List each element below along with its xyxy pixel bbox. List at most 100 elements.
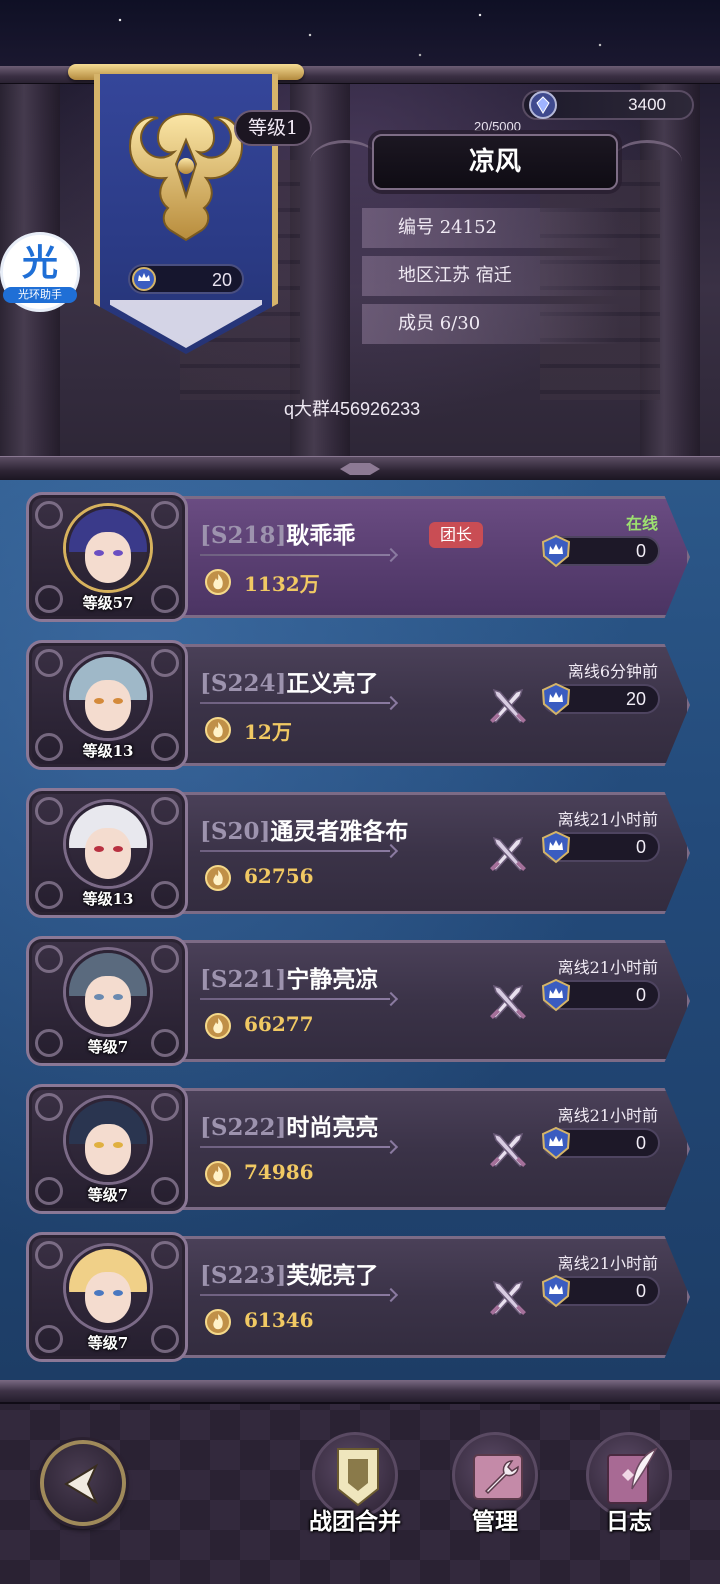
manage-button[interactable]: 管理 [440, 1424, 550, 1564]
member-card[interactable]: 等级7 [S222]时尚亮亮 74986 离线21小时前 0 [26, 1084, 694, 1214]
flame-coin-icon [205, 1309, 231, 1335]
member-card[interactable]: 等级57 [S218]耿乖乖 1132万 团长 在线 0 [26, 492, 694, 622]
member-contribution: 0 [541, 830, 660, 864]
crossed-swords-icon[interactable] [486, 1126, 530, 1170]
crossed-swords-icon[interactable] [486, 978, 530, 1022]
member-level: 等级7 [87, 1038, 129, 1056]
avatar-eye [112, 1289, 123, 1296]
member-server: [S221] [200, 966, 287, 993]
bottom-rail [0, 1380, 720, 1404]
member-list[interactable]: 等级57 [S218]耿乖乖 1132万 团长 在线 0 等级13 [S224]… [0, 480, 720, 1380]
member-name: [S222]时尚亮亮 [200, 1108, 378, 1142]
frame-gem [340, 463, 380, 475]
name-divider [200, 850, 390, 852]
avatar-eye [112, 1141, 123, 1148]
avatar-eye [93, 845, 104, 852]
manage-label: 管理 [472, 1508, 518, 1535]
merge-button[interactable]: 战团合并 [300, 1424, 410, 1564]
member-name: [S221]宁静亮凉 [200, 960, 378, 994]
member-power: 1132万 [244, 572, 320, 596]
avatar[interactable] [66, 506, 150, 590]
member-power: 66277 [244, 1012, 314, 1036]
member-server: [S218] [200, 522, 287, 549]
avatar-face [84, 532, 132, 584]
avatar[interactable] [66, 1098, 150, 1182]
feather-book-icon [607, 1447, 658, 1504]
helper-floating-button[interactable]: 光 光环助手 [0, 232, 80, 312]
back-button[interactable] [40, 1440, 126, 1526]
avatar[interactable] [66, 802, 150, 886]
member-name-text: 宁静亮凉 [286, 966, 379, 993]
crown-shield-icon [541, 534, 571, 568]
frame-scroll-ornament [35, 585, 63, 613]
avatar[interactable] [66, 1246, 150, 1330]
frame-scroll-ornament [151, 945, 179, 973]
name-divider [200, 702, 390, 704]
contribution-value: 0 [635, 985, 646, 1005]
member-power: 12万 [244, 720, 292, 744]
member-level: 等级7 [87, 1186, 129, 1204]
leader-badge: 团长 [429, 522, 483, 548]
guild-banner[interactable]: 20 [68, 64, 304, 354]
member-level: 等级13 [82, 890, 134, 908]
back-arrow-icon [64, 1463, 99, 1505]
flame-coin-icon [205, 1013, 231, 1039]
contribution-value: 20 [625, 689, 646, 709]
flame-coin-icon [205, 1161, 231, 1187]
crossed-swords-icon[interactable] [486, 682, 530, 726]
member-level: 等级7 [87, 1334, 129, 1352]
member-contribution: 0 [541, 1126, 660, 1160]
flame-coin-icon [205, 569, 231, 595]
frame-scroll-ornament [35, 1177, 63, 1205]
crown-shield-icon [541, 1274, 571, 1308]
frame-scroll-ornament [35, 1029, 63, 1057]
frame-scroll-ornament [151, 1093, 179, 1121]
flame-coin-icon [205, 717, 231, 743]
member-status: 离线21小时前 [557, 810, 658, 829]
crossed-swords-icon[interactable] [486, 830, 530, 874]
guild-exp: 20/5000 [474, 119, 521, 134]
avatar-eye [112, 697, 123, 704]
member-card[interactable]: 等级7 [S223]芙妮亮了 61346 离线21小时前 0 [26, 1232, 694, 1362]
crown-shield-icon [541, 682, 571, 716]
log-button[interactable]: 日志 [574, 1424, 684, 1564]
frame-scroll-ornament [35, 945, 63, 973]
plate-ornament-left [310, 140, 380, 184]
helper-glyph: 光 [21, 242, 58, 284]
avatar-eye [93, 1289, 104, 1296]
member-name-text: 时尚亮亮 [286, 1114, 379, 1141]
member-server: [S223] [200, 1262, 287, 1289]
guild-announcement: q大群456926233 [284, 399, 421, 419]
avatar-eye [112, 845, 123, 852]
member-card[interactable]: 等级13 [S20]通灵者雅各布 62756 离线21小时前 0 [26, 788, 694, 918]
member-card[interactable]: 等级13 [S224]正义亮了 12万 离线6分钟前 20 [26, 640, 694, 770]
crown-shield-icon [132, 267, 156, 291]
avatar-face [84, 1124, 132, 1176]
guild-id-row: 编号 24152 [362, 208, 620, 248]
frame-scroll-ornament [35, 797, 63, 825]
member-card[interactable]: 等级7 [S221]宁静亮凉 66277 离线21小时前 0 [26, 936, 694, 1066]
member-contribution: 0 [541, 978, 660, 1012]
member-status: 离线21小时前 [557, 1254, 658, 1273]
crown-shield-icon [541, 978, 571, 1012]
member-name-text: 耿乖乖 [286, 522, 356, 549]
frame-scroll-ornament [35, 1325, 63, 1353]
frame-scroll-ornament [151, 585, 179, 613]
frame-scroll-ornament [35, 501, 63, 529]
avatar-face [84, 680, 132, 732]
member-power: 61346 [244, 1308, 314, 1332]
avatar-eye [112, 549, 123, 556]
member-name: [S218]耿乖乖 [200, 516, 355, 550]
frame-scroll-ornament [35, 1241, 63, 1269]
log-label: 日志 [606, 1508, 652, 1535]
frame-scroll-ornament [151, 649, 179, 677]
frame-scroll-ornament [151, 1241, 179, 1269]
avatar[interactable] [66, 950, 150, 1034]
crossed-swords-icon[interactable] [486, 1274, 530, 1318]
contribution-value: 0 [635, 1133, 646, 1153]
helper-label: 光环助手 [3, 287, 77, 303]
avatar-eye [93, 549, 104, 556]
guild-name[interactable]: 凉风 [372, 134, 618, 190]
member-power: 74986 [244, 1160, 314, 1184]
avatar[interactable] [66, 654, 150, 738]
